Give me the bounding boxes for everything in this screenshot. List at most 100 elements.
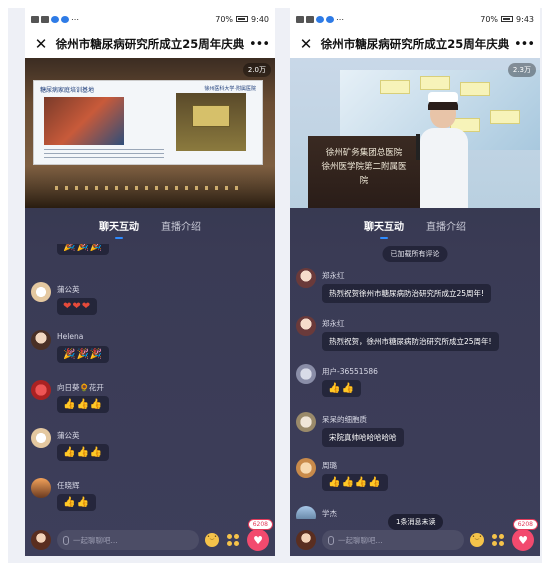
chat-bubble: ❤❤❤ — [57, 298, 98, 315]
heart-icon: ♥ — [253, 533, 263, 547]
chat-username: 学杰 — [322, 509, 337, 518]
avatar — [296, 458, 316, 478]
avatar — [31, 330, 51, 350]
avatar — [31, 282, 51, 302]
page-title: 徐州市糖尿病研究所成立25周年庆典 — [55, 37, 245, 51]
tab-intro[interactable]: 直播介绍 — [426, 218, 466, 233]
more-icon[interactable]: ••• — [514, 37, 535, 52]
tab-intro[interactable]: 直播介绍 — [161, 218, 201, 233]
emoji-icon[interactable] — [470, 533, 484, 547]
live-video[interactable]: 2.3万 徐州矿务集团总医院 徐州医学院第二附属医院 — [290, 58, 540, 208]
app-icon — [296, 15, 304, 23]
app-icon — [31, 15, 39, 23]
podium: 徐州矿务集团总医院 徐州医学院第二附属医院 — [308, 136, 420, 208]
like-button[interactable]: ♥ 6208 — [247, 519, 273, 551]
status-overflow: ⋯ — [71, 14, 79, 24]
like-button[interactable]: ♥ 6208 — [512, 519, 538, 551]
tab-chat[interactable]: 聊天互动 — [364, 218, 404, 239]
chat-bubble: 👍👍👍 — [57, 396, 110, 413]
stage-lights — [25, 166, 275, 208]
battery-icon — [236, 16, 249, 22]
battery-percent: 70% — [215, 14, 234, 24]
emoji-icon[interactable] — [205, 533, 219, 547]
status-bar: ⋯ 70% 9:40 — [25, 8, 275, 30]
chat-bubble: 👍👍 — [322, 380, 361, 397]
chat-bubble: 🎉🎉🎉 — [57, 346, 110, 363]
presentation-slide: 糖尿病家庭培训基地 徐州医科大学·附属医院 — [33, 80, 263, 165]
phone-screen-right: ⋯ 70% 9:43 ✕ 徐州市糖尿病研究所成立25周年庆典 ••• 2.3万 … — [290, 8, 540, 556]
chat-username: 呆呆的细胞质 — [322, 415, 367, 424]
comment-input[interactable]: 一起聊聊吧... — [57, 530, 199, 550]
microphone-icon — [328, 535, 334, 545]
chat-username: Helena — [57, 332, 84, 341]
battery-icon — [501, 16, 514, 22]
slide-title: 糖尿病家庭培训基地 — [40, 87, 95, 94]
avatar — [31, 428, 51, 448]
status-bar: ⋯ 70% 9:43 — [290, 8, 540, 30]
viewer-count-badge: 2.0万 — [242, 63, 271, 77]
slide-photo — [176, 93, 246, 151]
more-icon[interactable]: ••• — [249, 37, 270, 52]
tab-chat[interactable]: 聊天互动 — [99, 218, 139, 239]
chat-username: 向日葵🌻花开 — [57, 383, 104, 392]
more-apps-icon[interactable] — [225, 532, 241, 548]
close-icon[interactable]: ✕ — [296, 35, 316, 53]
chat-bubble: 🎉🎉🎉 — [57, 244, 110, 255]
chat-username: 郑永红 — [322, 319, 345, 328]
chat-bubble: 热烈祝贺徐州市糖尿病防治研究所成立25周年! — [322, 284, 492, 303]
battery-percent: 70% — [480, 14, 499, 24]
phone-screen-left: ⋯ 70% 9:40 ✕ 徐州市糖尿病研究所成立25周年庆典 ••• 2.0万 … — [25, 8, 275, 556]
page-title: 徐州市糖尿病研究所成立25周年庆典 — [320, 37, 510, 51]
heart-icon: ♥ — [518, 533, 528, 547]
chat-username: 用户-36551586 — [322, 367, 378, 376]
chat-username: 周璐 — [322, 461, 337, 470]
chat-username: 任晓辉 — [57, 481, 80, 490]
chat-list[interactable]: 已加载所有评论 郑永红 热烈祝贺徐州市糖尿病防治研究所成立25周年! 郑永红 热… — [290, 244, 540, 519]
bottom-bar: 一起聊聊吧... ♥ 6208 — [290, 519, 540, 556]
slide-photo — [44, 97, 124, 145]
slide-caption — [44, 149, 164, 161]
signal-icon — [306, 15, 314, 23]
more-apps-icon[interactable] — [490, 532, 506, 548]
microphone-icon — [416, 134, 420, 160]
slide-logo-text: 徐州医科大学·附属医院 — [204, 86, 256, 92]
avatar — [296, 506, 316, 519]
bottom-bar: 一起聊聊吧... ♥ 6208 — [25, 519, 275, 556]
avatar — [31, 380, 51, 400]
podium-sign-line: 徐州医学院第二附属医院 — [321, 162, 407, 186]
chat-bubble: 热烈祝贺，徐州市糖尿病防治研究所成立25周年! — [322, 332, 499, 351]
close-icon[interactable]: ✕ — [31, 35, 51, 53]
system-notice: 已加载所有评论 — [382, 246, 448, 262]
chat-bubble: 👍👍👍👍 — [322, 474, 388, 491]
like-count: 6208 — [512, 519, 538, 530]
comment-input[interactable]: 一起聊聊吧... — [322, 530, 464, 550]
chat-list[interactable]: 🎉🎉🎉 蒲公英 ❤❤❤ Helena 🎉🎉🎉 向日葵🌻花开 👍👍👍 蒲公英 👍👍… — [25, 244, 275, 519]
tab-bar: 聊天互动 直播介绍 — [25, 208, 275, 242]
comment-placeholder: 一起聊聊吧... — [73, 535, 118, 545]
avatar — [296, 364, 316, 384]
avatar — [31, 478, 51, 498]
chat-bubble: 👍👍👍 — [57, 444, 110, 461]
user-avatar[interactable] — [31, 530, 51, 550]
like-count: 6208 — [247, 519, 273, 530]
notification-icon — [51, 15, 59, 23]
clock: 9:40 — [251, 14, 269, 24]
chat-username: 郑永红 — [322, 271, 345, 280]
notification-icon — [61, 15, 69, 23]
speaker — [416, 88, 468, 208]
avatar — [296, 316, 316, 336]
chat-bubble: 👍👍 — [57, 494, 96, 511]
clock: 9:43 — [516, 14, 534, 24]
title-bar: ✕ 徐州市糖尿病研究所成立25周年庆典 ••• — [290, 30, 540, 58]
chat-username: 蒲公英 — [57, 285, 80, 294]
chat-bubble: 宋院真帅哈哈哈哈哈 — [322, 428, 404, 447]
live-video[interactable]: 2.0万 糖尿病家庭培训基地 徐州医科大学·附属医院 — [25, 58, 275, 208]
signal-icon — [41, 15, 49, 23]
avatar — [296, 412, 316, 432]
tab-bar: 聊天互动 直播介绍 — [290, 208, 540, 242]
user-avatar[interactable] — [296, 530, 316, 550]
avatar — [296, 268, 316, 288]
podium-sign: 徐州矿务集团总医院 徐州医学院第二附属医院 — [318, 142, 410, 186]
status-overflow: ⋯ — [336, 14, 344, 24]
comment-placeholder: 一起聊聊吧... — [338, 535, 383, 545]
